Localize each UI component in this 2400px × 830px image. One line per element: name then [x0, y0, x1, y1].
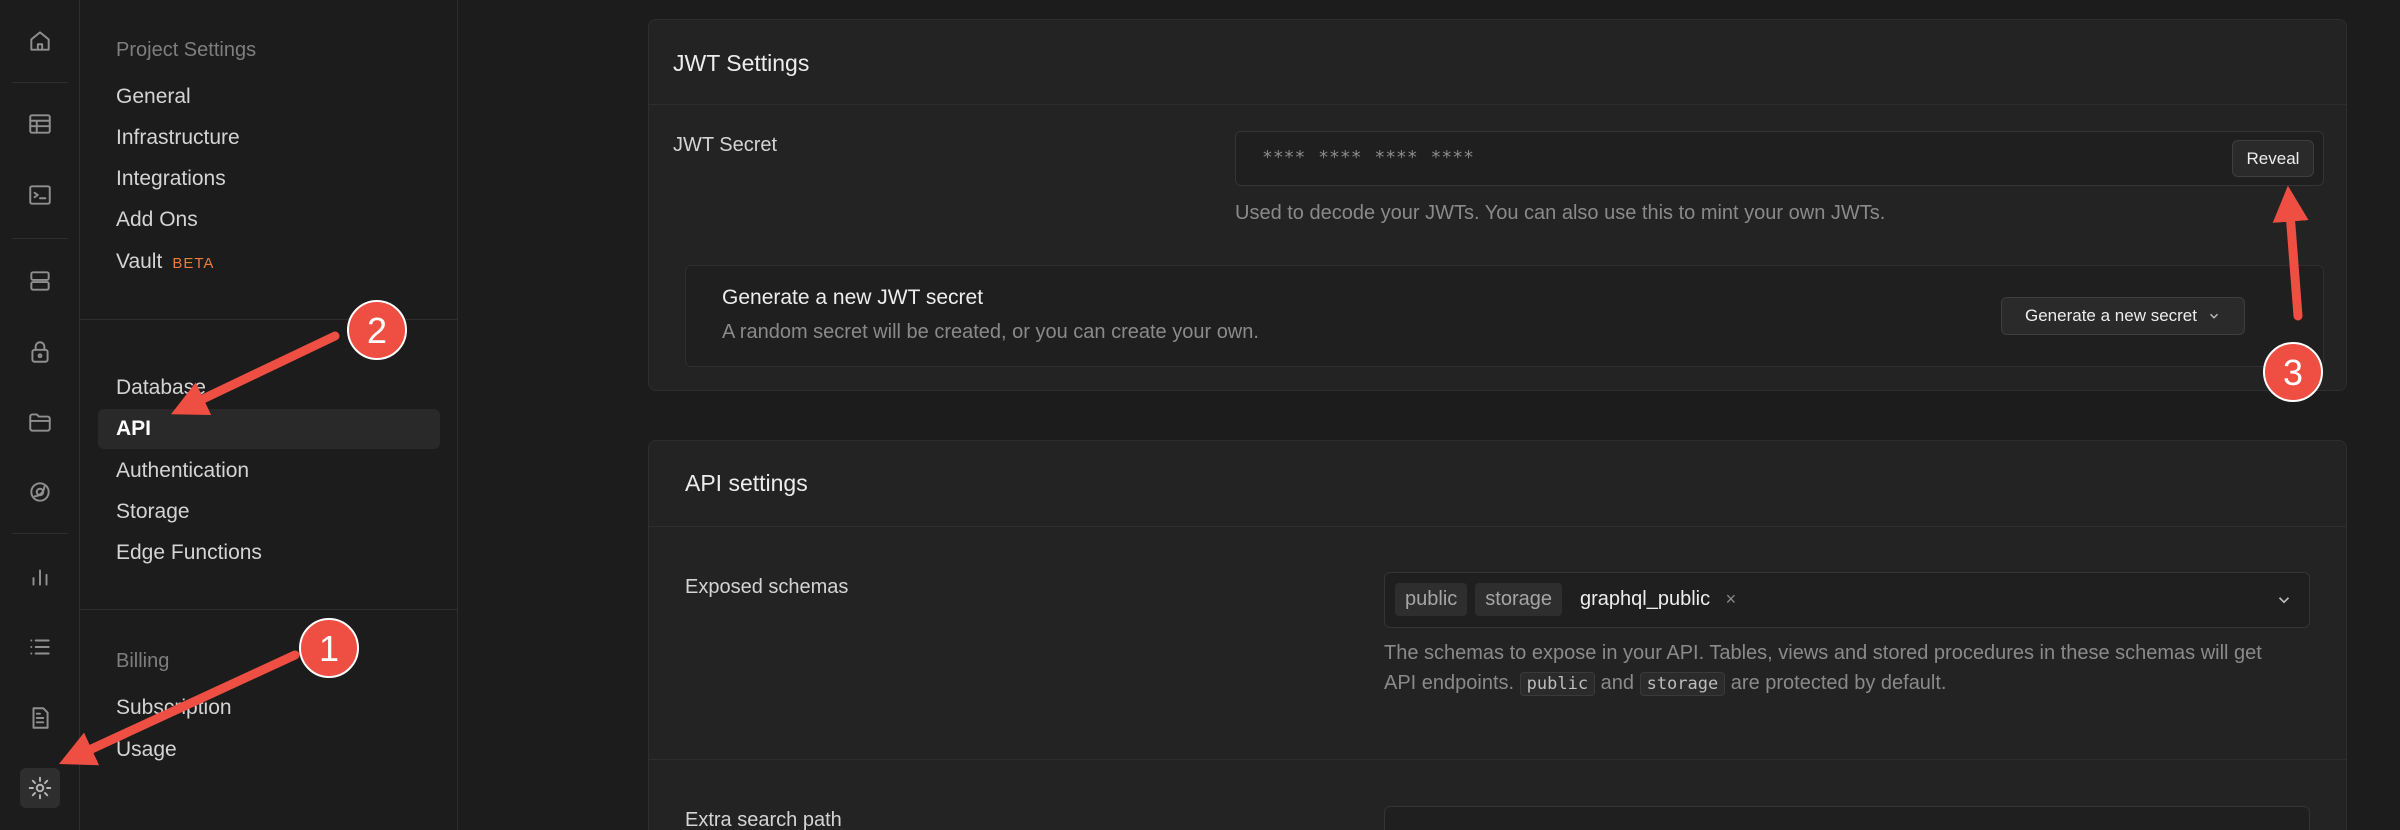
database-icon[interactable]	[20, 261, 60, 301]
chevron-down-icon	[2209, 313, 2218, 319]
billing-heading: Billing	[116, 650, 170, 672]
schema-chip-graphql-public-label: graphql_public	[1579, 588, 1711, 610]
generate-secret-panel: Generate a new JWT secret A random secre…	[685, 265, 2324, 367]
help-text-segment: and	[1600, 672, 1635, 694]
menu-item-storage[interactable]: Storage	[116, 500, 190, 524]
api-settings-card: API settings Exposed schemas public stor…	[648, 440, 2347, 830]
menu-divider	[80, 319, 458, 320]
menu-item-vault-label: Vault	[116, 250, 163, 273]
settings-icon[interactable]	[20, 768, 60, 808]
edge-functions-icon[interactable]	[20, 472, 60, 512]
exposed-schemas-help-line-1: The schemas to expose in your API. Table…	[1384, 642, 2262, 664]
jwt-secret-masked-value: **** **** **** ****	[1262, 147, 1474, 168]
rail-divider	[12, 533, 68, 534]
exposed-schemas-help: The schemas to expose in your API. Table…	[1384, 638, 2310, 699]
menu-item-edge-functions[interactable]: Edge Functions	[116, 541, 262, 565]
jwt-settings-card: JWT Settings JWT Secret **** **** **** *…	[648, 19, 2347, 391]
logs-icon[interactable]	[20, 627, 60, 667]
reports-icon[interactable]	[20, 557, 60, 597]
auth-lock-icon[interactable]	[20, 332, 60, 372]
beta-badge: BETA	[172, 255, 215, 272]
code-storage: storage	[1639, 672, 1726, 696]
home-icon[interactable]	[20, 21, 60, 61]
schema-chip-storage: storage	[1475, 583, 1562, 616]
main-content: JWT Settings JWT Secret **** **** **** *…	[459, 0, 2400, 830]
extra-search-path-input[interactable]	[1384, 806, 2310, 830]
help-text-segment: are protected by default.	[1730, 672, 1947, 694]
jwt-secret-label: JWT Secret	[673, 134, 778, 156]
exposed-schemas-select[interactable]: public storage graphql_public ×	[1384, 572, 2310, 628]
help-text-segment: API endpoints.	[1384, 672, 1515, 694]
rail-divider	[12, 82, 68, 83]
schema-chip-list: public storage graphql_public ×	[1395, 583, 1754, 616]
menu-item-general[interactable]: General	[116, 85, 191, 109]
settings-menu: Project Settings General Infrastructure …	[80, 0, 458, 830]
schema-chip-public: public	[1395, 583, 1468, 616]
generate-secret-button-label: Generate a new secret	[2025, 306, 2197, 325]
jwt-settings-title: JWT Settings	[673, 50, 810, 76]
remove-schema-icon[interactable]: ×	[1726, 589, 1737, 609]
chevron-down-icon	[2278, 597, 2290, 604]
menu-item-vault[interactable]: Vault BETA	[116, 250, 214, 274]
menu-item-integrations[interactable]: Integrations	[116, 167, 226, 191]
menu-divider	[80, 609, 458, 610]
exposed-schemas-help-line-2: API endpoints. public and storage are pr…	[1384, 668, 2310, 699]
api-settings-title: API settings	[685, 470, 808, 496]
sql-editor-icon[interactable]	[20, 175, 60, 215]
menu-item-authentication[interactable]: Authentication	[116, 459, 249, 483]
code-public: public	[1519, 672, 1596, 696]
docs-icon[interactable]	[20, 698, 60, 738]
menu-item-api[interactable]: API	[116, 417, 151, 441]
card-divider	[649, 104, 2346, 105]
icon-rail	[0, 0, 80, 830]
menu-item-infrastructure[interactable]: Infrastructure	[116, 126, 240, 150]
generate-secret-title: Generate a new JWT secret	[722, 286, 984, 309]
exposed-schemas-label: Exposed schemas	[685, 576, 849, 598]
jwt-secret-field[interactable]: **** **** **** **** Reveal	[1235, 131, 2324, 186]
card-divider	[649, 759, 2346, 760]
card-divider	[649, 526, 2346, 527]
table-editor-icon[interactable]	[20, 104, 60, 144]
project-settings-heading: Project Settings	[116, 39, 257, 61]
reveal-button[interactable]: Reveal	[2232, 140, 2314, 177]
menu-item-add-ons[interactable]: Add Ons	[116, 208, 198, 232]
extra-search-path-label: Extra search path	[685, 809, 842, 830]
rail-divider	[12, 238, 68, 239]
jwt-secret-help: Used to decode your JWTs. You can also u…	[1235, 202, 1886, 224]
menu-item-subscription[interactable]: Subscription	[116, 696, 232, 720]
generate-secret-description: A random secret will be created, or you …	[722, 321, 1259, 343]
menu-item-database[interactable]: Database	[116, 376, 206, 400]
menu-item-usage[interactable]: Usage	[116, 738, 177, 762]
schema-chip-graphql-public: graphql_public ×	[1570, 583, 1746, 616]
storage-icon[interactable]	[20, 402, 60, 442]
generate-secret-dropdown[interactable]: Generate a new secret	[2001, 297, 2245, 335]
